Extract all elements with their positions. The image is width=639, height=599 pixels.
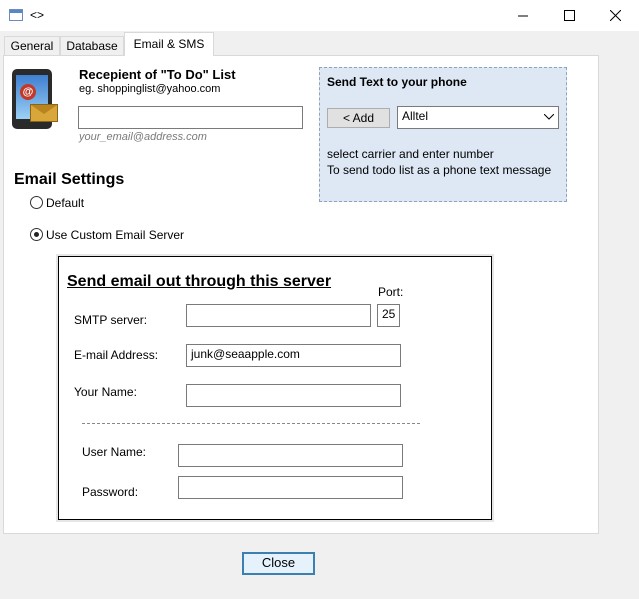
minimize-button[interactable] bbox=[500, 0, 546, 31]
smtp-server-input[interactable] bbox=[186, 304, 371, 327]
tab-email-sms[interactable]: Email & SMS bbox=[124, 32, 214, 56]
username-label: User Name: bbox=[82, 445, 147, 459]
divider bbox=[82, 423, 420, 424]
username-input[interactable] bbox=[178, 444, 403, 467]
your-name-input[interactable] bbox=[186, 384, 401, 407]
email-address-input[interactable]: junk@seaapple.com bbox=[186, 344, 401, 367]
recipient-example: eg. shoppinglist@yahoo.com bbox=[79, 83, 221, 95]
envelope-icon bbox=[30, 104, 58, 122]
minimize-icon bbox=[518, 15, 528, 16]
radio-custom-server[interactable] bbox=[30, 228, 43, 241]
recipient-email-input[interactable] bbox=[78, 106, 303, 129]
recipient-title: Recepient of "To Do" List bbox=[79, 67, 236, 82]
window-title: <> bbox=[30, 8, 45, 22]
sms-title: Send Text to your phone bbox=[327, 75, 467, 89]
app-icon bbox=[9, 9, 23, 21]
chevron-down-icon bbox=[544, 114, 554, 120]
tab-database[interactable]: Database bbox=[60, 36, 124, 56]
sms-instruction-2: To send todo list as a phone text messag… bbox=[327, 163, 552, 177]
tab-general[interactable]: General bbox=[4, 36, 60, 56]
password-input[interactable] bbox=[178, 476, 403, 499]
email-address-label: E-mail Address: bbox=[74, 348, 159, 362]
password-label: Password: bbox=[82, 485, 139, 499]
radio-default-label[interactable]: Default bbox=[46, 196, 84, 210]
recipient-email-hint: your_email@address.com bbox=[79, 131, 207, 143]
add-carrier-button[interactable]: < Add bbox=[327, 108, 390, 128]
maximize-icon bbox=[563, 10, 575, 21]
smtp-label: SMTP server: bbox=[74, 313, 148, 327]
at-sign-icon: @ bbox=[20, 84, 36, 100]
port-input[interactable]: 25 bbox=[377, 304, 400, 327]
port-label: Port: bbox=[378, 285, 404, 299]
close-button[interactable]: Close bbox=[242, 552, 315, 575]
radio-custom-server-label[interactable]: Use Custom Email Server bbox=[46, 228, 184, 242]
sms-instruction-1: select carrier and enter number bbox=[327, 147, 494, 161]
radio-default[interactable] bbox=[30, 196, 43, 209]
close-icon bbox=[609, 10, 621, 21]
your-name-label: Your Name: bbox=[74, 385, 137, 399]
server-title: Send email out through this server bbox=[67, 273, 332, 290]
carrier-select[interactable]: Alltel bbox=[397, 106, 559, 129]
email-settings-title: Email Settings bbox=[14, 171, 125, 188]
carrier-selected-value: Alltel bbox=[402, 109, 429, 123]
close-window-button[interactable] bbox=[592, 0, 638, 31]
maximize-button[interactable] bbox=[546, 0, 592, 31]
